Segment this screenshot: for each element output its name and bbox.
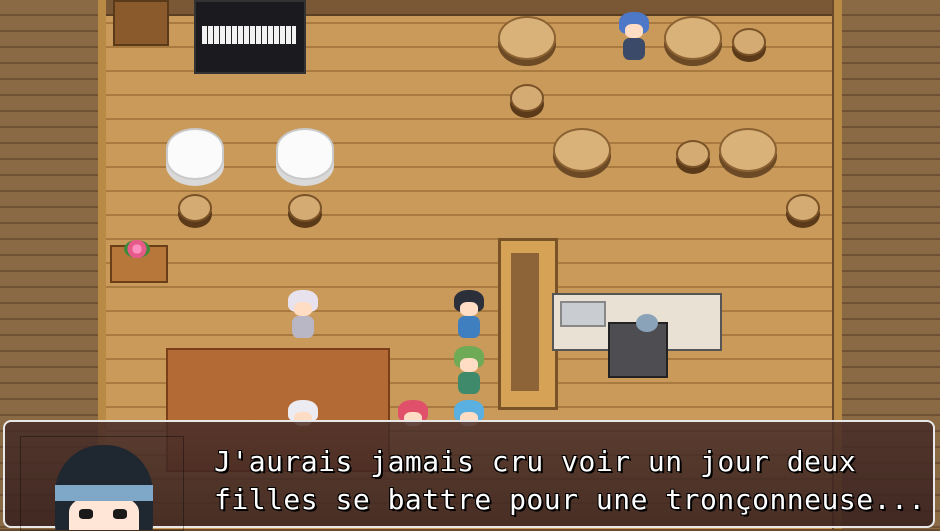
npc-green-hair[interactable] <box>452 346 486 396</box>
face <box>460 358 478 372</box>
white-table <box>166 128 224 180</box>
npc-blue-hair[interactable] <box>617 12 651 62</box>
portrait-headband <box>55 485 153 501</box>
character-portrait-icon <box>20 436 184 531</box>
portrait-eye <box>79 509 93 519</box>
face <box>294 302 312 316</box>
portrait-eye <box>113 509 127 519</box>
piano-keys <box>202 26 296 44</box>
kettle-icon <box>636 314 658 332</box>
piano <box>194 0 306 74</box>
dialogue-line-2: filles se battre pour une tronçonneuse..… <box>214 483 926 516</box>
wooden-cabinet <box>113 0 169 46</box>
body <box>292 316 314 338</box>
face <box>625 24 643 38</box>
white-table <box>276 128 334 180</box>
face <box>460 302 478 316</box>
flower-pot-icon <box>124 240 150 258</box>
sink <box>560 301 606 327</box>
body <box>458 316 480 338</box>
stool <box>288 194 322 222</box>
body <box>458 372 480 394</box>
round-table <box>553 128 611 172</box>
stool <box>676 140 710 168</box>
stool <box>786 194 820 222</box>
dialogue-text: J'aurais jamais cru voir un jour deux fil… <box>214 443 926 519</box>
body <box>623 38 645 60</box>
player-headband[interactable] <box>452 290 486 340</box>
round-table <box>664 16 722 60</box>
dialogue-line-1: J'aurais jamais cru voir un jour deux <box>214 445 857 478</box>
npc-white-hair[interactable] <box>286 290 320 340</box>
round-table <box>498 16 556 60</box>
stool <box>178 194 212 222</box>
stove <box>608 322 668 378</box>
round-table <box>719 128 777 172</box>
counter-top <box>511 253 539 391</box>
stool <box>732 28 766 56</box>
bar-counter <box>498 238 558 410</box>
stool <box>510 84 544 112</box>
